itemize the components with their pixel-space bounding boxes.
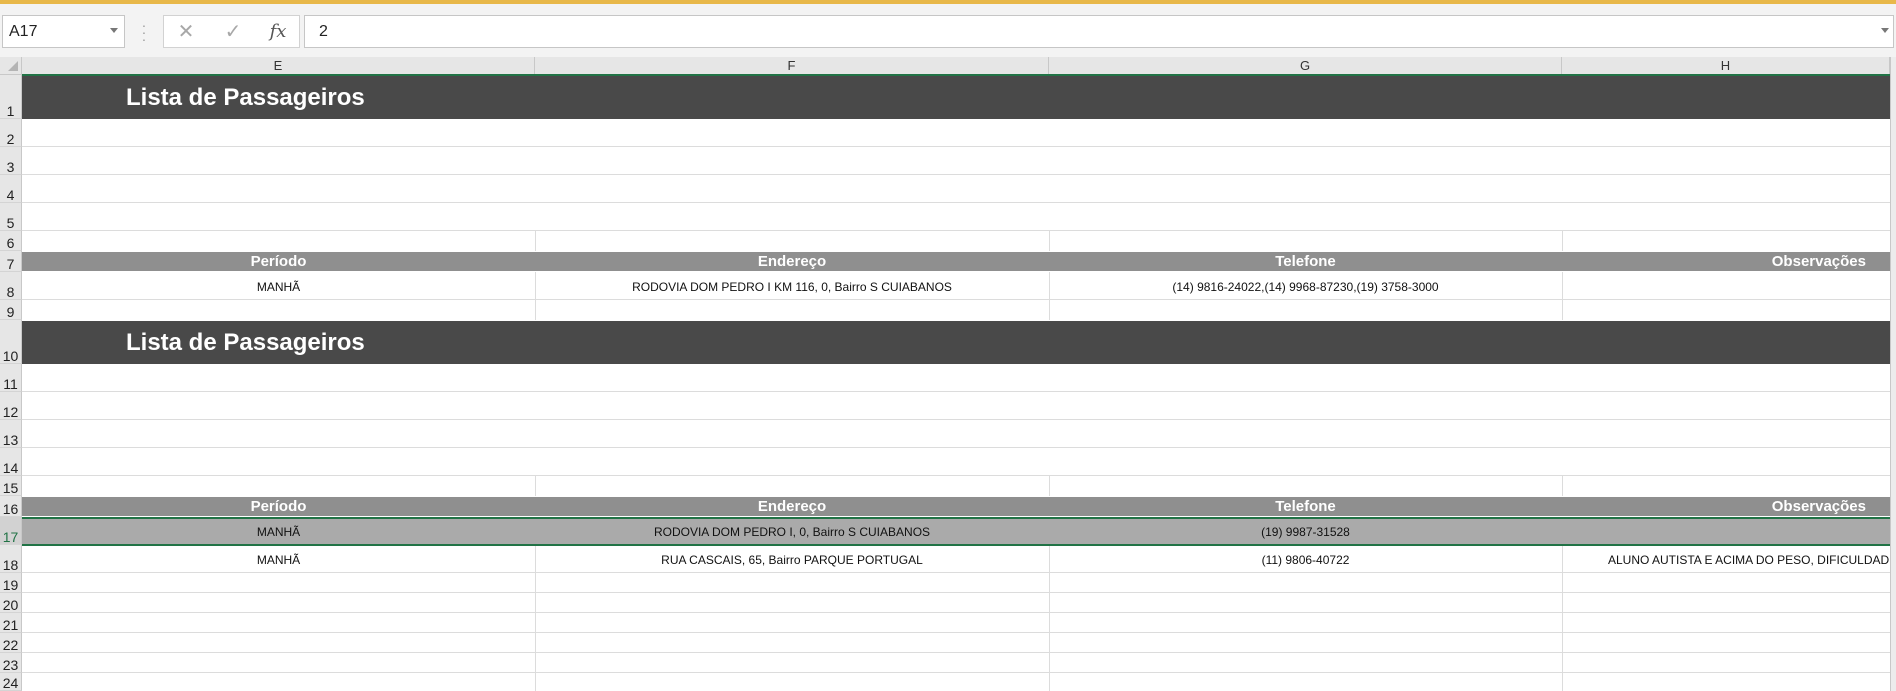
gridline <box>22 632 1890 633</box>
formula-bar: A17 · · · ✕ ✓ fx 2 <box>0 4 1896 57</box>
gridline <box>22 146 1890 147</box>
cell-endereco[interactable]: RUA CASCAIS, 65, Bairro PARQUE PORTUGAL <box>535 553 1049 567</box>
section-title-banner[interactable]: Lista de Passageiros <box>22 76 1890 119</box>
gridline <box>1049 476 1050 496</box>
gridline <box>22 391 1890 392</box>
cell-telefone[interactable]: (14) 9816-24022,(14) 9968-87230,(19) 375… <box>1049 280 1562 294</box>
row-header[interactable]: 20 <box>0 593 22 613</box>
row-header[interactable]: 24 <box>0 673 22 691</box>
row-header[interactable]: 9 <box>0 300 22 320</box>
row-header[interactable]: 18 <box>0 545 22 573</box>
row-header-selected[interactable]: 17 <box>0 517 22 545</box>
gridline <box>22 447 1890 448</box>
gridline <box>22 592 1890 593</box>
selection-border-bottom <box>22 544 1890 546</box>
header-telefone[interactable]: Telefone <box>1049 497 1562 516</box>
header-periodo[interactable]: Período <box>22 497 535 516</box>
header-endereco[interactable]: Endereço <box>535 252 1049 271</box>
gridline <box>22 652 1890 653</box>
gridline <box>1562 476 1563 496</box>
selection-border-top <box>22 517 1890 519</box>
expand-formula-icon[interactable] <box>1881 28 1889 33</box>
column-header-h[interactable]: H <box>1562 57 1890 75</box>
column-header-e[interactable]: E <box>22 57 535 75</box>
row-header[interactable]: 8 <box>0 272 22 300</box>
row-header[interactable]: 3 <box>0 147 22 175</box>
column-header-f[interactable]: F <box>535 57 1049 75</box>
section-title: Lista de Passageiros <box>126 329 365 356</box>
row-header[interactable]: 23 <box>0 653 22 673</box>
gridline <box>22 572 1890 573</box>
header-endereco[interactable]: Endereço <box>535 497 1049 516</box>
gridline <box>22 419 1890 420</box>
cell-endereco[interactable]: RODOVIA DOM PEDRO I, 0, Bairro S CUIABAN… <box>535 525 1049 539</box>
row-header[interactable]: 21 <box>0 613 22 633</box>
row-header[interactable]: 2 <box>0 119 22 147</box>
section-title: Lista de Passageiros <box>126 84 365 111</box>
gridline <box>1049 231 1050 251</box>
check-icon[interactable]: ✓ <box>219 20 247 44</box>
formula-value: 2 <box>319 23 328 40</box>
row-header[interactable]: 15 <box>0 476 22 496</box>
cell-periodo[interactable]: MANHÃ <box>22 525 535 539</box>
cell-periodo[interactable]: MANHÃ <box>22 280 535 294</box>
cell-telefone[interactable]: (11) 9806-40722 <box>1049 553 1562 567</box>
row-header[interactable]: 1 <box>0 75 22 119</box>
close-icon[interactable]: ✕ <box>172 20 200 44</box>
cell-telefone[interactable]: (19) 9987-31528 <box>1049 525 1562 539</box>
table-header-row: Período Endereço Telefone Observações <box>22 497 1890 516</box>
row-header[interactable]: 10 <box>0 320 22 364</box>
gridline <box>22 174 1890 175</box>
header-observacoes[interactable]: Observações <box>1562 497 1890 516</box>
header-periodo[interactable]: Período <box>22 252 535 271</box>
cell-endereco[interactable]: RODOVIA DOM PEDRO I KM 116, 0, Bairro S … <box>535 280 1049 294</box>
gridline <box>22 672 1890 673</box>
gridline <box>22 202 1890 203</box>
row-header[interactable]: 7 <box>0 251 22 272</box>
gridline <box>535 476 536 496</box>
gridline <box>22 299 1890 300</box>
section-title-banner[interactable]: Lista de Passageiros <box>22 321 1890 364</box>
column-header-g[interactable]: G <box>1049 57 1562 75</box>
more-options-icon[interactable]: · · · <box>141 18 147 46</box>
function-icon[interactable]: fx <box>264 20 292 44</box>
row-header[interactable]: 13 <box>0 420 22 448</box>
spreadsheet-window: A17 · · · ✕ ✓ fx 2 E F G H 1 2 3 4 5 6 7 8… <box>0 0 1896 691</box>
vertical-scrollbar[interactable] <box>1890 57 1896 691</box>
select-all-button[interactable] <box>0 57 22 75</box>
cell-periodo[interactable]: MANHÃ <box>22 553 535 567</box>
row-header[interactable]: 16 <box>0 496 22 517</box>
name-box-value: A17 <box>9 23 38 40</box>
cell-observacoes[interactable]: ALUNO AUTISTA E ACIMA DO PESO, DIFICULDA… <box>1562 553 1890 567</box>
gridline <box>22 612 1890 613</box>
chevron-down-icon[interactable] <box>110 28 118 33</box>
row-header[interactable]: 14 <box>0 448 22 476</box>
row-header[interactable]: 22 <box>0 633 22 653</box>
formula-buttons: ✕ ✓ fx <box>163 15 300 48</box>
gridline <box>22 475 1890 476</box>
row-header[interactable]: 19 <box>0 573 22 593</box>
row-header[interactable]: 5 <box>0 203 22 231</box>
row-header[interactable]: 6 <box>0 231 22 251</box>
row-header[interactable]: 11 <box>0 364 22 392</box>
formula-input[interactable]: 2 <box>304 15 1894 48</box>
table-header-row: Período Endereço Telefone Observações <box>22 252 1890 271</box>
gridline <box>535 231 536 251</box>
gridline <box>22 230 1890 231</box>
row-header[interactable]: 4 <box>0 175 22 203</box>
name-box[interactable]: A17 <box>2 15 125 48</box>
header-observacoes[interactable]: Observações <box>1562 252 1890 271</box>
gridline <box>1562 272 1563 320</box>
gridline <box>1562 231 1563 251</box>
select-all-icon <box>8 61 18 71</box>
header-telefone[interactable]: Telefone <box>1049 252 1562 271</box>
row-header[interactable]: 12 <box>0 392 22 420</box>
